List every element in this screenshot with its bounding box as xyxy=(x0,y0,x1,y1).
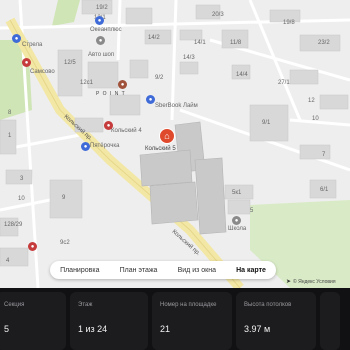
park-area-north xyxy=(52,0,80,26)
main-road-edge xyxy=(9,19,241,288)
bus-stop-icon[interactable]: ● xyxy=(12,34,21,43)
house-number: 10 xyxy=(312,116,319,122)
bus-stop-icon[interactable]: ● xyxy=(146,95,155,104)
attribution-text: © Яндекс Условия xyxy=(293,278,336,285)
house-number: 20/3 xyxy=(212,12,224,18)
house-number: 14/2 xyxy=(148,35,160,41)
tab-on-map[interactable]: На карте xyxy=(236,267,266,274)
house-number: 12/5 xyxy=(64,60,76,66)
apartment-stats: Секция 5 Этаж 1 из 24 Номер на площадке … xyxy=(0,288,350,350)
tab-window-view[interactable]: Вид из окна xyxy=(178,267,216,274)
house-number: 9/2 xyxy=(155,75,164,81)
stat-card-ceiling: Высота потолков 3.97 м xyxy=(236,292,316,350)
stat-label: Номер на площадке xyxy=(160,302,217,308)
label-school: Школа xyxy=(228,226,247,232)
stat-card-section: Секция 5 xyxy=(0,292,66,350)
house-number: 14/1 xyxy=(194,40,206,46)
stat-label: Этаж xyxy=(78,302,93,308)
label-avtoshop: Авто шоп xyxy=(88,52,115,58)
house-number: 12с1 xyxy=(80,80,94,86)
house-number: 5к1 xyxy=(232,190,242,196)
house-number: 9/1 xyxy=(262,120,271,126)
stat-card-floor: Этаж 1 из 24 xyxy=(70,292,148,350)
house-number: 19/8 xyxy=(283,20,295,26)
house-number: 5 xyxy=(250,208,254,214)
stat-label: Высота потолков xyxy=(244,302,292,308)
house-number: 11/8 xyxy=(230,40,242,46)
map-tabs: Планировка План этажа Вид из окна На кар… xyxy=(50,261,276,279)
stat-label: Секция xyxy=(4,302,25,308)
house-number: 8 xyxy=(8,110,12,116)
shop-icon[interactable]: ● xyxy=(28,242,37,251)
shop-icon[interactable]: ● xyxy=(96,36,105,45)
stat-value: 3.97 м xyxy=(244,324,271,334)
house-number: 14/4 xyxy=(236,72,248,78)
stat-card-extra xyxy=(320,292,340,350)
house-number: 9 xyxy=(62,195,66,201)
house-number: 19/2 xyxy=(96,5,108,11)
house-number: 6/1 xyxy=(320,187,329,193)
residential-complex xyxy=(139,121,227,235)
house-number: 128/29 xyxy=(4,222,23,228)
tab-floor-plan[interactable]: План этажа xyxy=(120,267,158,274)
label-kolsky5: Кольский 5 xyxy=(145,146,176,152)
house-number: 14/3 xyxy=(183,55,195,61)
stat-value: 5 xyxy=(4,324,10,334)
label-strela: Стрела xyxy=(22,42,43,48)
stat-value: 1 из 24 xyxy=(78,324,108,334)
home-pin-icon[interactable]: ⌂ xyxy=(159,128,175,144)
map-attribution: ➤ © Яндекс Условия xyxy=(286,278,336,286)
map-view[interactable]: Океанплюс Авто шоп Стрела Самсово P O I … xyxy=(0,0,350,288)
school-icon[interactable]: ● xyxy=(232,216,241,225)
house-number: 27/1 xyxy=(278,80,290,86)
label-point: P O I N T xyxy=(96,91,126,97)
tab-plan[interactable]: Планировка xyxy=(60,267,99,274)
house-number: 7 xyxy=(322,152,326,158)
shop-icon[interactable]: ● xyxy=(104,121,113,130)
label-pyaterochka: Пятёрочка xyxy=(90,143,120,149)
point-pin-icon[interactable]: ● xyxy=(118,80,127,89)
house-number: 9с2 xyxy=(60,240,70,246)
house-number: 3 xyxy=(20,176,24,182)
pharmacy-icon[interactable]: ● xyxy=(81,142,90,151)
stat-value: 21 xyxy=(160,324,171,334)
map-graphics xyxy=(0,0,350,288)
house-number: 23/2 xyxy=(318,40,330,46)
stat-card-number: Номер на площадке 21 xyxy=(152,292,232,350)
house-number: 1 xyxy=(8,133,12,139)
label-kolsky4: Кольский 4 xyxy=(111,128,142,134)
house-number: 12 xyxy=(308,98,315,104)
bus-stop-icon[interactable]: ● xyxy=(95,16,104,25)
label-samsovo: Самсово xyxy=(30,69,55,75)
yandex-arrow-icon: ➤ xyxy=(286,279,292,285)
label-sber: SberBook Лайм xyxy=(155,103,198,109)
label-ocean: Океанплюс xyxy=(90,27,122,33)
shop-icon[interactable]: ● xyxy=(22,58,31,67)
house-number: 4 xyxy=(6,258,10,264)
house-number: 10 xyxy=(18,196,25,202)
